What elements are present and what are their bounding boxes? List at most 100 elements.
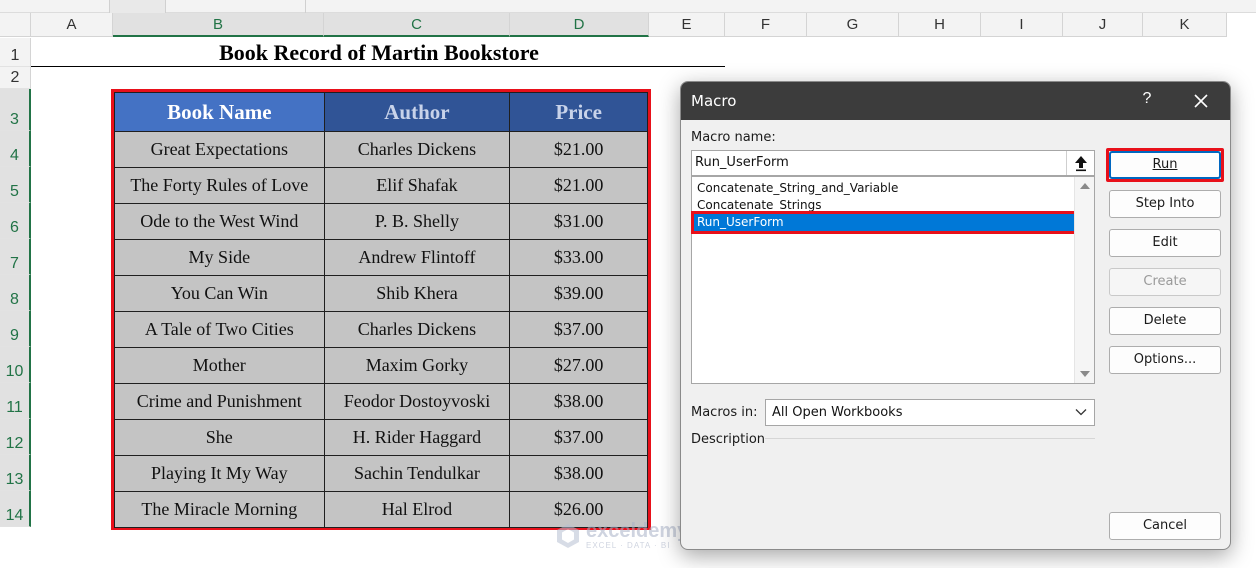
step-into-button-label: Step Into	[1135, 196, 1195, 211]
book-name-cell[interactable]: Playing It My Way	[114, 455, 325, 492]
table-row: Crime and Punishment Feodor Dostoyvoski $3…	[114, 383, 648, 420]
author-cell[interactable]: Elif Shafak	[323, 167, 511, 204]
row-header-12[interactable]: 12	[0, 419, 31, 455]
table-row: The Forty Rules of Love Elif Shafak $21.00	[114, 167, 648, 204]
macro-dialog: Macro ? Macro name: Run_UserForm Concate…	[680, 81, 1231, 550]
options-button[interactable]: Options...	[1109, 346, 1221, 374]
column-header-k[interactable]: K	[1143, 13, 1227, 37]
header-price[interactable]: Price	[509, 92, 648, 132]
column-header-d[interactable]: D	[510, 13, 649, 37]
price-cell[interactable]: $27.00	[509, 347, 648, 384]
author-cell[interactable]: Andrew Flintoff	[323, 239, 511, 276]
author-cell[interactable]: P. B. Shelly	[323, 203, 511, 240]
column-header-a[interactable]: A	[31, 13, 113, 37]
create-button[interactable]: Create	[1109, 268, 1221, 296]
macro-list-item[interactable]: Concatenate_String_and_Variable	[694, 180, 1075, 197]
row-header-4[interactable]: 4	[0, 131, 31, 167]
price-cell[interactable]: $37.00	[509, 419, 648, 456]
table-row: You Can Win Shib Khera $39.00	[114, 275, 648, 312]
price-cell[interactable]: $21.00	[509, 167, 648, 204]
price-cell[interactable]: $39.00	[509, 275, 648, 312]
column-header-b[interactable]: B	[113, 13, 324, 37]
author-cell[interactable]: Hal Elrod	[323, 491, 511, 528]
row-header-7[interactable]: 7	[0, 239, 31, 275]
header-book-name[interactable]: Book Name	[114, 92, 325, 132]
row-header-9[interactable]: 9	[0, 311, 31, 347]
book-name-cell[interactable]: Mother	[114, 347, 325, 384]
options-button-label: Options...	[1133, 352, 1197, 367]
macros-in-label: Macros in:	[691, 405, 758, 420]
author-cell[interactable]: Charles Dickens	[323, 311, 511, 348]
row-header-14[interactable]: 14	[0, 491, 31, 527]
author-cell[interactable]: H. Rider Haggard	[323, 419, 511, 456]
macro-list[interactable]: Concatenate_String_and_Variable Concatena…	[691, 176, 1095, 384]
macro-list-item[interactable]: Run_UserForm	[691, 211, 1078, 234]
cancel-button[interactable]: Cancel	[1109, 512, 1221, 540]
watermark-tagline: EXCEL · DATA · BI	[586, 541, 671, 550]
macro-list-item[interactable]: Concatenate_Strings	[694, 197, 1075, 214]
book-name-cell[interactable]: A Tale of Two Cities	[114, 311, 325, 348]
column-header-c[interactable]: C	[324, 13, 510, 37]
row-header-2[interactable]: 2	[0, 67, 31, 89]
price-cell[interactable]: $38.00	[509, 383, 648, 420]
select-all-corner[interactable]	[0, 13, 31, 37]
price-cell[interactable]: $21.00	[509, 131, 648, 168]
table-row: Ode to the West Wind P. B. Shelly $31.00	[114, 203, 648, 240]
row-header-1[interactable]: 1	[0, 38, 31, 67]
book-name-cell[interactable]: The Forty Rules of Love	[114, 167, 325, 204]
book-name-cell[interactable]: Great Expectations	[114, 131, 325, 168]
table-row: Playing It My Way Sachin Tendulkar $38.00	[114, 455, 648, 492]
column-header-h[interactable]: H	[899, 13, 981, 37]
row-header-8[interactable]: 8	[0, 275, 31, 311]
macro-name-up-button[interactable]	[1066, 151, 1094, 175]
author-cell[interactable]: Feodor Dostoyvoski	[323, 383, 511, 420]
exceldemy-watermark: exceldemy EXCEL · DATA · BI	[556, 521, 688, 550]
row-header-5[interactable]: 5	[0, 167, 31, 203]
macro-name-input[interactable]: Run_UserForm	[691, 150, 1095, 176]
sheet-title-row[interactable]: Book Record of Martin Bookstore	[31, 38, 725, 67]
price-cell[interactable]: $31.00	[509, 203, 648, 240]
row-header-6[interactable]: 6	[0, 203, 31, 239]
column-header-e[interactable]: E	[649, 13, 725, 37]
close-icon[interactable]	[1189, 89, 1213, 113]
book-name-cell[interactable]: You Can Win	[114, 275, 325, 312]
column-header-g[interactable]: G	[807, 13, 899, 37]
row-header-11[interactable]: 11	[0, 383, 31, 419]
column-header-j[interactable]: J	[1063, 13, 1143, 37]
name-box[interactable]	[0, 0, 110, 13]
book-name-cell[interactable]: My Side	[114, 239, 325, 276]
watermark-name: exceldemy	[586, 520, 689, 542]
formula-bar-controls	[110, 0, 166, 13]
book-name-cell[interactable]: Ode to the West Wind	[114, 203, 325, 240]
price-cell[interactable]: $33.00	[509, 239, 648, 276]
row-header-3[interactable]: 3	[0, 89, 31, 131]
book-table-highlight: Book Name Author Price Great Expectation…	[111, 89, 651, 530]
delete-button[interactable]: Delete	[1109, 307, 1221, 335]
author-cell[interactable]: Maxim Gorky	[323, 347, 511, 384]
price-cell[interactable]: $38.00	[509, 455, 648, 492]
macros-in-select[interactable]: All Open Workbooks	[765, 399, 1095, 426]
author-cell[interactable]: Sachin Tendulkar	[323, 455, 511, 492]
help-button[interactable]: ?	[1137, 90, 1157, 108]
book-name-cell[interactable]: Crime and Punishment	[114, 383, 325, 420]
row-header-10[interactable]: 10	[0, 347, 31, 383]
author-cell[interactable]: Shib Khera	[323, 275, 511, 312]
dialog-title: Macro	[691, 92, 737, 110]
author-cell[interactable]: Charles Dickens	[323, 131, 511, 168]
row-header-13[interactable]: 13	[0, 455, 31, 491]
edit-button[interactable]: Edit	[1109, 229, 1221, 257]
run-button[interactable]: Run	[1109, 151, 1221, 179]
scroll-down-icon[interactable]	[1080, 371, 1090, 377]
column-header-f[interactable]: F	[725, 13, 807, 37]
book-name-cell[interactable]: The Miracle Morning	[114, 491, 325, 528]
book-name-cell[interactable]: She	[114, 419, 325, 456]
dialog-titlebar[interactable]: Macro ?	[681, 82, 1230, 120]
description-divider	[765, 438, 1095, 439]
macro-name-label: Macro name:	[691, 130, 776, 145]
price-cell[interactable]: $37.00	[509, 311, 648, 348]
header-author[interactable]: Author	[323, 92, 511, 132]
scroll-up-icon[interactable]	[1080, 183, 1090, 189]
macro-list-scrollbar[interactable]	[1074, 177, 1094, 383]
column-header-i[interactable]: I	[981, 13, 1063, 37]
step-into-button[interactable]: Step Into	[1109, 190, 1221, 218]
